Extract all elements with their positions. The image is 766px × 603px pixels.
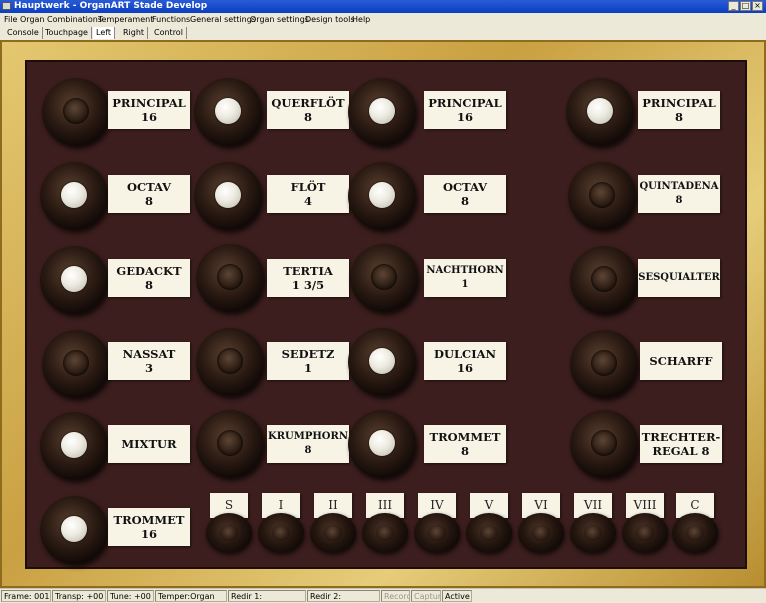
stop-label-gedackt-8: GEDACKT 8 [108,259,190,297]
stop-knob-mixtur[interactable] [40,412,108,480]
stop-knob-tertia[interactable] [196,244,264,312]
menu-organ-settings[interactable]: Organ settings [250,14,309,25]
stop-knob-gedackt-8[interactable] [40,246,108,314]
stop-label-trommet-8: TROMMET 8 [424,425,506,463]
combination-piston-viii[interactable] [622,513,668,553]
tab-touchpage[interactable]: Touchpage [42,27,92,39]
tab-control[interactable]: Control [151,27,187,39]
stop-label-quintadena-8: QUINTADENA 8 [638,175,720,213]
stop-label-sesquialter: SESQUIALTER [638,259,720,297]
stop-label-mixtur: MIXTUR [108,425,190,463]
stop-label-flot-4: FLÖT 4 [267,175,349,213]
stop-label-scharff: SCHARFF [640,342,722,380]
menu-file[interactable]: File [4,14,17,25]
tab-bar: Console Touchpage Left Right Control [0,26,766,40]
stop-label-krumphorn-8: KRUMPHORN 8 [267,425,349,463]
stop-label-principal-16-b: PRINCIPAL 16 [424,91,506,129]
status-transp: Transp: +00 [52,590,106,602]
status-temper: Temper:Organ [155,590,227,602]
stop-knob-flot-4[interactable] [194,162,262,230]
close-button[interactable]: × [752,1,763,11]
window-title: Hauptwerk - OrganART Stade Develop [14,1,208,11]
maximize-button[interactable]: □ [740,1,751,11]
combination-piston-s[interactable] [206,513,252,553]
stop-knob-principal-16-b[interactable] [348,78,416,146]
menu-functions[interactable]: Functions [152,14,190,25]
stop-label-dulcian-16: DULCIAN 16 [424,342,506,380]
status-bar: Frame: 001 Transp: +00 Tune: +00 Temper:… [0,588,766,603]
status-capture: Capture [411,590,441,602]
stop-knob-nachthorn-1[interactable] [350,244,418,312]
combination-piston-iv[interactable] [414,513,460,553]
minimize-button[interactable]: _ [728,1,739,11]
stop-label-nachthorn-1: NACHTHORN 1 [424,259,506,297]
title-bar: Hauptwerk - OrganART Stade Develop _ □ × [0,0,766,13]
menu-help[interactable]: Help [352,14,370,25]
stop-knob-querflot-8[interactable] [194,78,262,146]
stop-label-nassat-3: NASSAT 3 [108,342,190,380]
stop-label-sedetz-1: SEDETZ 1 [267,342,349,380]
combination-piston-iii[interactable] [362,513,408,553]
stop-knob-krumphorn-8[interactable] [196,410,264,478]
combination-piston-c[interactable] [672,513,718,553]
stop-knob-octav-8-b[interactable] [348,162,416,230]
app-icon [2,2,11,10]
status-redir1: Redir 1: [228,590,306,602]
stop-label-octav-8-b: OCTAV 8 [424,175,506,213]
stop-label-principal-8: PRINCIPAL 8 [638,91,720,129]
menu-general-settings[interactable]: General settings [190,14,256,25]
stop-label-octav-8: OCTAV 8 [108,175,190,213]
combination-piston-i[interactable] [258,513,304,553]
status-active: Active [442,590,472,602]
stop-label-querflot-8: QUERFLÖT 8 [267,91,349,129]
combination-piston-vii[interactable] [570,513,616,553]
status-redir2: Redir 2: [307,590,380,602]
stop-knob-quintadena-8[interactable] [568,162,636,230]
stop-label-tertia: TERTIA 1 3/5 [267,259,349,297]
stop-knob-principal-8[interactable] [566,78,634,146]
stop-label-trechterregal-8: TRECHTER- REGAL 8 [640,425,722,463]
tab-console[interactable]: Console [4,27,43,39]
stop-label-trommet-16: TROMMET 16 [108,508,190,546]
status-record: Record [381,590,410,602]
menu-bar: File Organ Combinations Temperament Func… [0,13,766,27]
combination-piston-vi[interactable] [518,513,564,553]
stop-knob-scharff[interactable] [570,330,638,398]
menu-combinations[interactable]: Combinations [47,14,102,25]
tab-left[interactable]: Left [93,27,116,39]
status-tune: Tune: +00 [107,590,154,602]
stop-knob-trommet-8[interactable] [348,410,416,478]
tab-right[interactable]: Right [120,27,149,39]
status-frame: Frame: 001 [1,590,51,602]
stop-knob-sedetz-1[interactable] [196,328,264,396]
stop-knob-dulcian-16[interactable] [348,328,416,396]
stop-knob-principal-16[interactable] [42,78,110,146]
stop-label-principal-16: PRINCIPAL 16 [108,91,190,129]
stop-knob-sesquialter[interactable] [570,246,638,314]
stop-knob-trommet-16[interactable] [40,496,108,564]
combination-piston-v[interactable] [466,513,512,553]
menu-design-tools[interactable]: Design tools [305,14,354,25]
stop-knob-nassat-3[interactable] [42,330,110,398]
stop-knob-trechterregal-8[interactable] [570,410,638,478]
menu-temperament[interactable]: Temperament [98,14,153,25]
combination-piston-ii[interactable] [310,513,356,553]
menu-organ[interactable]: Organ [20,14,45,25]
stop-knob-octav-8[interactable] [40,162,108,230]
